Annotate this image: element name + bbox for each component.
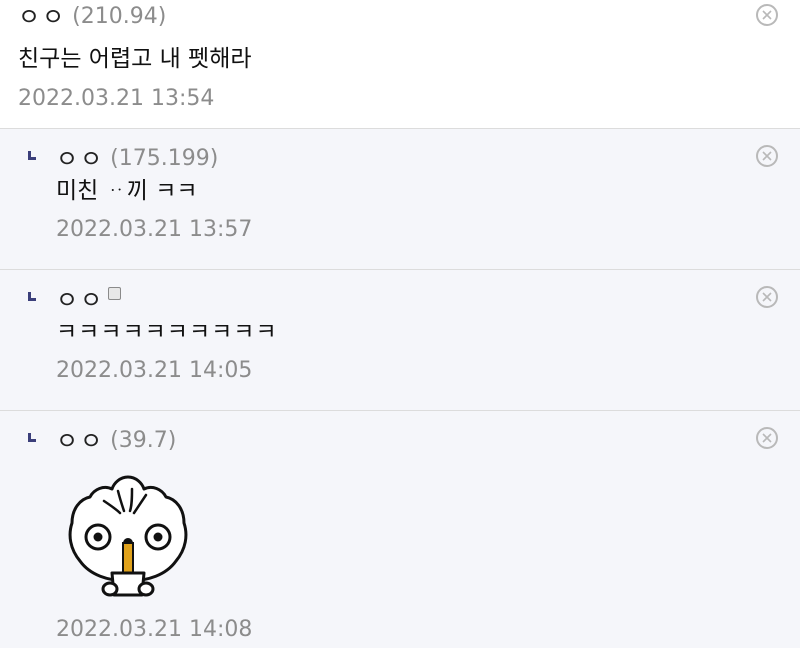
comment-item: ㅇㅇ (210.94) 친구는 어렵고 내 펫해라 2022.03.21 13:…	[0, 0, 800, 129]
comment-text: 친구는 어렵고 내 펫해라	[18, 46, 252, 72]
reply-timestamp: 2022.03.21 14:08	[56, 617, 253, 642]
nickname[interactable]: ㅇㅇ	[56, 427, 104, 455]
delete-button[interactable]	[756, 145, 778, 167]
nickname[interactable]: ㅇㅇ	[18, 3, 66, 31]
dumpling-sticker	[68, 475, 188, 597]
reply-item: ㅇㅇ ㅋㅋㅋㅋㅋㅋㅋㅋㅋㅋ 2022.03.21 14:05	[0, 270, 800, 411]
nickname[interactable]: ㅇㅇ	[56, 286, 104, 314]
reply-text: 미친 ᆢ끼 ㅋㅋ	[56, 178, 198, 204]
reply-header: ㅇㅇ	[56, 286, 122, 314]
nickname[interactable]: ㅇㅇ	[56, 145, 104, 173]
delete-button[interactable]	[756, 286, 778, 308]
comment-header: ㅇㅇ (210.94)	[18, 3, 166, 31]
reply-header: ㅇㅇ (175.199)	[56, 145, 218, 173]
comment-timestamp: 2022.03.21 13:54	[18, 86, 215, 111]
reply-timestamp: 2022.03.21 14:05	[56, 358, 253, 383]
delete-button[interactable]	[756, 4, 778, 26]
reply-text: ㅋㅋㅋㅋㅋㅋㅋㅋㅋㅋ	[56, 319, 278, 345]
ip-address: (210.94)	[72, 4, 167, 29]
close-icon	[762, 10, 772, 20]
reply-item: ㅇㅇ (39.7) 2022.03.21 14:08	[0, 411, 800, 648]
ip-address: (175.199)	[110, 146, 219, 171]
close-icon	[762, 292, 772, 302]
close-icon	[762, 433, 772, 443]
reply-arrow-icon	[28, 151, 36, 160]
reply-arrow-icon	[28, 433, 36, 442]
close-icon	[762, 151, 772, 161]
delete-button[interactable]	[756, 427, 778, 449]
reply-item: ㅇㅇ (175.199) 미친 ᆢ끼 ㅋㅋ 2022.03.21 13:57	[0, 129, 800, 270]
reply-header: ㅇㅇ (39.7)	[56, 427, 176, 455]
reply-timestamp: 2022.03.21 13:57	[56, 217, 253, 242]
reply-arrow-icon	[28, 292, 36, 301]
badge-icon	[108, 286, 122, 300]
ip-address: (39.7)	[110, 428, 177, 453]
